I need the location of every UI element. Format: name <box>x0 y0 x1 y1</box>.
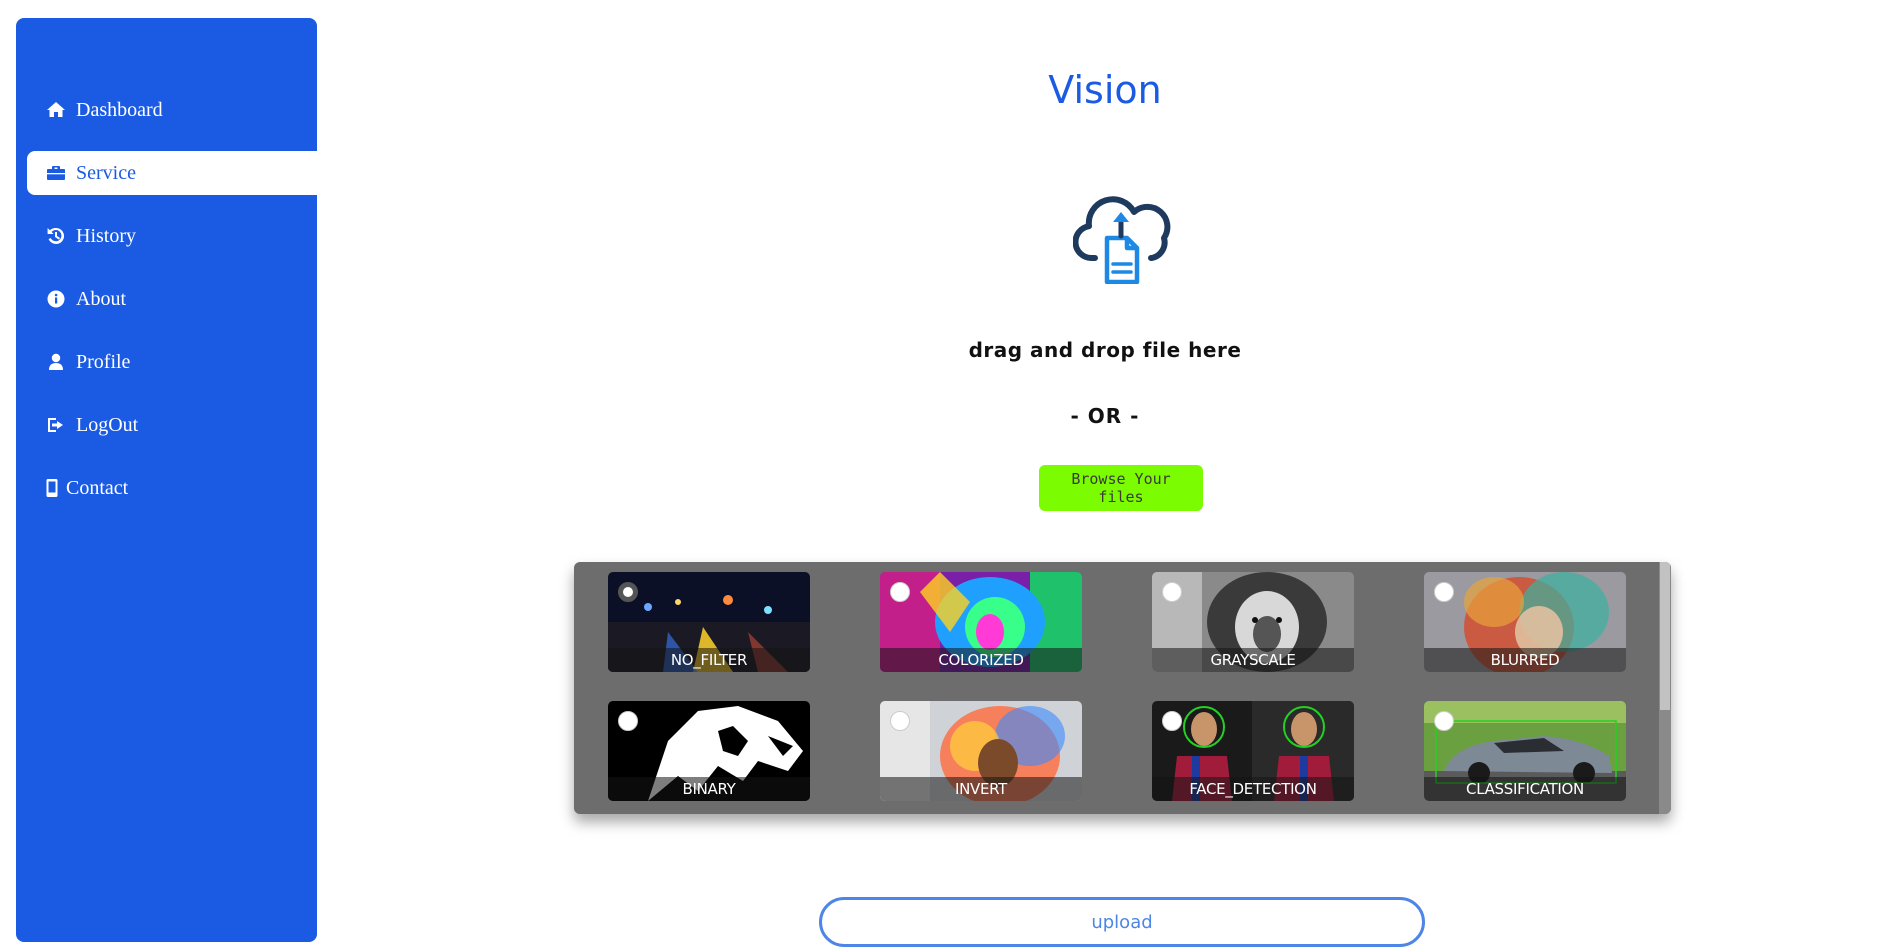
filter-radio[interactable] <box>890 711 910 731</box>
filter-label: COLORIZED <box>880 648 1082 672</box>
sidebar-item-label: Dashboard <box>76 98 163 121</box>
logout-icon <box>46 415 66 435</box>
sidebar-item-label: History <box>76 224 136 247</box>
user-icon <box>46 352 66 372</box>
filters-scrollbar[interactable] <box>1659 562 1671 814</box>
filter-radio[interactable] <box>1434 711 1454 731</box>
sidebar-item-label: LogOut <box>76 413 139 436</box>
filter-label: BLURRED <box>1424 648 1626 672</box>
page-title: Vision <box>1048 68 1162 112</box>
mobile-icon <box>46 478 58 498</box>
filter-radio[interactable] <box>618 711 638 731</box>
cloud-upload-document-icon <box>1072 192 1173 285</box>
sidebar-item-label: About <box>76 287 126 310</box>
filter-card-face-detection[interactable]: FACE_DETECTION <box>1152 701 1354 801</box>
sidebar-item-service[interactable]: Service <box>27 151 317 195</box>
scrollbar-thumb[interactable] <box>1660 562 1670 710</box>
filter-card-binary[interactable]: BINARY <box>608 701 810 801</box>
filter-label: BINARY <box>608 777 810 801</box>
filter-label: CLASSIFICATION <box>1424 777 1626 801</box>
drag-drop-text: drag and drop file here <box>968 338 1242 362</box>
history-icon <box>46 226 66 246</box>
home-icon <box>46 100 66 120</box>
filter-card-invert[interactable]: INVERT <box>880 701 1082 801</box>
sidebar-item-about[interactable]: About <box>27 277 317 321</box>
filter-radio[interactable] <box>1162 711 1182 731</box>
filters-panel: NO_FILTER COLORIZED GRAYSCALE BLURRED BI… <box>574 562 1671 814</box>
main-content: Vision drag and drop file here - OR - Br… <box>317 0 1893 952</box>
sidebar-item-contact[interactable]: Contact <box>27 466 317 510</box>
sidebar: Dashboard Service History About Profile <box>16 18 317 942</box>
browse-files-button[interactable]: Browse Your files <box>1039 465 1203 511</box>
sidebar-item-profile[interactable]: Profile <box>27 340 317 384</box>
info-icon <box>46 289 66 309</box>
filter-radio[interactable] <box>618 582 638 602</box>
filter-card-blurred[interactable]: BLURRED <box>1424 572 1626 672</box>
sidebar-item-label: Profile <box>76 350 131 373</box>
sidebar-item-logout[interactable]: LogOut <box>27 403 317 447</box>
sidebar-item-label: Contact <box>66 476 129 499</box>
filter-label: GRAYSCALE <box>1152 648 1354 672</box>
filter-label: INVERT <box>880 777 1082 801</box>
filter-label: FACE_DETECTION <box>1152 777 1354 801</box>
filter-radio[interactable] <box>1434 582 1454 602</box>
filter-card-classification[interactable]: CLASSIFICATION <box>1424 701 1626 801</box>
sidebar-item-history[interactable]: History <box>27 214 317 258</box>
sidebar-nav: Dashboard Service History About Profile <box>16 88 317 529</box>
filter-card-grayscale[interactable]: GRAYSCALE <box>1152 572 1354 672</box>
filter-radio[interactable] <box>1162 582 1182 602</box>
sidebar-item-label: Service <box>76 161 136 184</box>
sidebar-item-dashboard[interactable]: Dashboard <box>27 88 317 132</box>
briefcase-icon <box>46 163 66 183</box>
filter-card-no-filter[interactable]: NO_FILTER <box>608 572 810 672</box>
or-separator: - OR - <box>1070 404 1140 428</box>
filter-label: NO_FILTER <box>608 648 810 672</box>
filter-radio[interactable] <box>890 582 910 602</box>
upload-button[interactable]: upload <box>819 897 1425 947</box>
filter-card-colorized[interactable]: COLORIZED <box>880 572 1082 672</box>
